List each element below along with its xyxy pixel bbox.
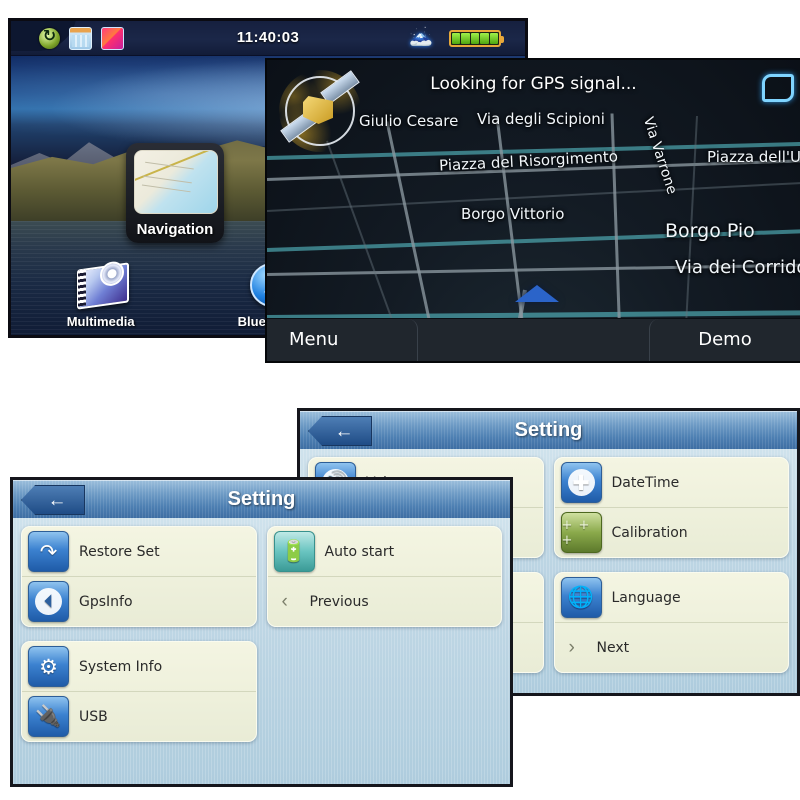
page-title: Setting: [227, 488, 296, 510]
dock-item-multimedia[interactable]: Multimedia: [51, 260, 151, 329]
setting-right-column-back: ✚ DateTime + + + Calibration 🌐 Language …: [553, 457, 789, 685]
setting-row-calibration[interactable]: + + + Calibration: [554, 507, 788, 557]
setting-row-label: GpsInfo: [79, 593, 133, 610]
setting-left-column-front: ↷ Restore Set ⏴ GpsInfo ⚙ System Info 🔌: [21, 526, 257, 776]
chevron-right-icon: ›: [568, 636, 575, 658]
demo-button[interactable]: Demo: [649, 319, 800, 361]
setting-row-label: Calibration: [611, 524, 688, 541]
dock-label-multimedia: Multimedia: [66, 314, 135, 329]
street-label: Via dei Corrido: [675, 257, 800, 278]
page-title: Setting: [514, 419, 583, 441]
street-label: Borgo Pio: [665, 220, 755, 242]
setting-row-usb[interactable]: 🔌 USB: [22, 691, 256, 741]
globe-icon: 🌐: [560, 577, 602, 618]
battery-icon: [449, 30, 504, 47]
map-bottom-bar: Menu Demo: [267, 318, 800, 361]
navigation-tile[interactable]: Navigation: [126, 143, 224, 243]
gps-info-icon: ⏴: [28, 581, 69, 622]
chevron-left-icon: ‹: [281, 590, 288, 612]
status-bar: 11:40:03 🗻: [11, 21, 525, 56]
setting-card: ⚙ System Info 🔌 USB: [21, 641, 257, 742]
setting-row-next[interactable]: › Next: [554, 622, 788, 672]
setting-row-label: Language: [611, 589, 681, 606]
setting-title-bar-back: Setting: [300, 411, 797, 451]
setting-row-label: DateTime: [611, 474, 680, 491]
usb-icon: 🔌: [28, 696, 69, 737]
setting-body-front: ↷ Restore Set ⏴ GpsInfo ⚙ System Info 🔌: [13, 518, 510, 784]
setting-row-label: USB: [79, 708, 108, 725]
setting-row-label: Restore Set: [79, 543, 160, 560]
restore-icon: ↷: [28, 531, 69, 572]
bluetooth-icon: 🗻: [409, 26, 433, 47]
setting-card: 🔋 Auto start ‹ Previous: [266, 526, 502, 627]
setting-row-gpsinfo[interactable]: ⏴ GpsInfo: [22, 576, 256, 626]
setting-card: 🌐 Language › Next: [553, 572, 789, 673]
current-position-marker: [515, 285, 559, 302]
setting-card: ↷ Restore Set ⏴ GpsInfo: [21, 526, 257, 627]
setting-row-restore-set[interactable]: ↷ Restore Set: [22, 527, 256, 576]
setting-row-language[interactable]: 🌐 Language: [555, 573, 789, 622]
street-label: Giulio Cesare: [359, 112, 459, 130]
map-thumbnail-icon: [134, 150, 218, 214]
setting-row-label: Previous: [309, 593, 369, 610]
setting-row-label: System Info: [79, 658, 163, 675]
setting-screen-front: Setting ← ↷ Restore Set ⏴ GpsInfo ⚙ Syst…: [10, 477, 513, 787]
setting-row-auto-start[interactable]: 🔋 Auto start: [268, 527, 502, 576]
street-label: Via degli Scipioni: [477, 110, 605, 128]
setting-title-bar-front: Setting: [13, 480, 510, 520]
gps-status-text: Looking for GPS signal...: [430, 74, 637, 94]
datetime-icon: ✚: [560, 462, 602, 503]
setting-row-label: Next: [596, 639, 630, 656]
calibration-icon: + + +: [560, 512, 602, 553]
navigation-map-device: Looking for GPS signal... Giulio Cesare …: [265, 58, 800, 363]
menu-button[interactable]: Menu: [267, 319, 418, 361]
setting-row-previous[interactable]: ‹ Previous: [267, 576, 501, 626]
setting-right-column-front: 🔋 Auto start ‹ Previous: [266, 526, 502, 776]
setting-row-system-info[interactable]: ⚙ System Info: [22, 642, 256, 691]
north-orientation-icon[interactable]: [762, 74, 794, 102]
multimedia-icon: [73, 260, 129, 312]
clock-label: 11:40:03: [236, 29, 300, 46]
street-label: Piazza dell'U: [707, 148, 800, 166]
navigation-tile-label: Navigation: [136, 221, 214, 238]
setting-card: ✚ DateTime + + + Calibration: [553, 457, 789, 558]
system-info-icon: ⚙: [28, 646, 69, 687]
street-label: Borgo Vittorio: [461, 205, 565, 223]
setting-row-label: Auto start: [324, 543, 395, 560]
auto-start-icon: 🔋: [273, 531, 315, 572]
setting-row-datetime[interactable]: ✚ DateTime: [555, 458, 789, 507]
